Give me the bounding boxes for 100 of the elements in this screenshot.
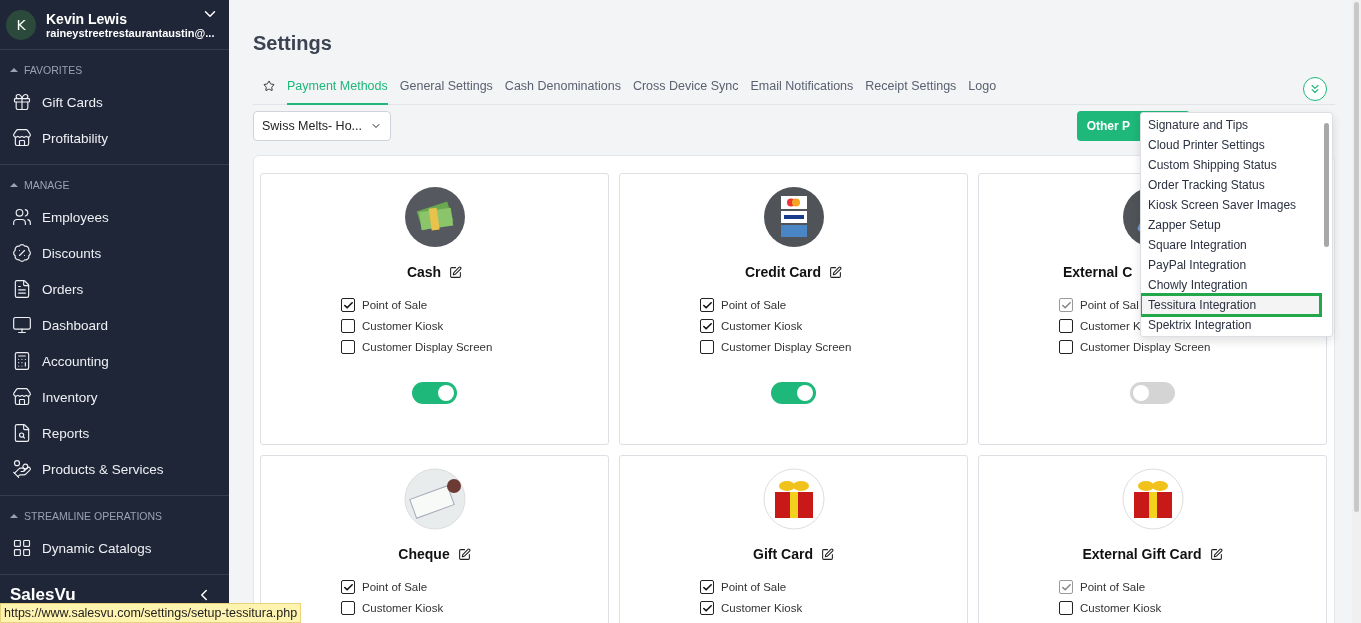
tab[interactable]: Receipt Settings — [865, 74, 957, 105]
sidebar-item[interactable]: Dashboard — [0, 307, 229, 343]
checkbox[interactable] — [700, 298, 714, 312]
user-avatar[interactable]: K — [6, 9, 36, 40]
sidebar-item[interactable]: Employees — [0, 199, 229, 235]
checkbox-label: Point of Sale — [362, 299, 428, 311]
checkbox[interactable] — [1059, 340, 1073, 354]
menu-item[interactable]: Zapper Setup — [1141, 215, 1320, 235]
tab[interactable]: Logo — [968, 74, 997, 105]
edit-icon[interactable] — [457, 547, 471, 561]
page-scrollbar[interactable] — [1352, 0, 1361, 623]
sidebar-item[interactable]: Dynamic Catalogs — [0, 530, 229, 566]
scrollbar-thumb[interactable] — [1324, 123, 1329, 247]
monitor-icon — [12, 315, 32, 335]
card-title: Credit Card — [744, 264, 822, 280]
checkbox[interactable] — [341, 580, 355, 594]
gift-box-icon — [1121, 468, 1184, 530]
user-email: raineystreetrestaurantaustin@... — [46, 26, 215, 39]
toggle-switch[interactable] — [412, 382, 457, 404]
checkbox-label: Customer Kiosk — [362, 320, 444, 332]
credit-cards-icon — [762, 186, 825, 248]
tab[interactable]: General Settings — [399, 74, 493, 105]
hand-coins-icon — [12, 459, 32, 479]
edit-icon[interactable] — [820, 547, 834, 561]
checkbox[interactable] — [1059, 319, 1073, 333]
checkbox-label: Customer Display Screen — [1080, 341, 1211, 353]
section-title: MANAGE — [24, 179, 70, 191]
menu-item[interactable]: Square Integration — [1141, 235, 1320, 255]
cheque-photo — [403, 468, 466, 530]
tab[interactable]: Cross Device Sync — [632, 74, 739, 105]
checkbox[interactable] — [700, 319, 714, 333]
menu-item[interactable]: Tessitura Integration — [1141, 295, 1320, 315]
sidebar-item[interactable]: Accounting — [0, 343, 229, 379]
sidebar-item[interactable]: Inventory — [0, 379, 229, 415]
gift-box-icon — [762, 468, 825, 530]
menu-item[interactable]: PayPal Integration — [1141, 255, 1320, 275]
checkbox-label: Customer Kiosk — [721, 320, 803, 332]
menu-item[interactable]: Spektrix Integration — [1141, 315, 1320, 335]
checkbox-label: Point of Sale — [721, 299, 787, 311]
edit-icon[interactable] — [1209, 547, 1223, 561]
page-title: Settings — [253, 32, 333, 55]
checkbox-label: Customer Kiosk — [1080, 602, 1162, 614]
section-title: STREAMLINE OPERATIONS — [24, 510, 163, 522]
sidebar-item[interactable]: Profitability — [0, 120, 229, 156]
sidebar-item[interactable]: Gift Cards — [0, 84, 229, 120]
checkbox-label: Customer Display Screen — [362, 341, 493, 353]
percent-icon — [12, 243, 32, 263]
document-search-icon — [12, 423, 32, 443]
checkbox-label: Customer Kiosk — [362, 602, 444, 614]
toggle-switch[interactable] — [1130, 382, 1175, 404]
grid-icon — [12, 538, 32, 558]
sidebar-item[interactable]: Reports — [0, 415, 229, 451]
toggle-switch[interactable] — [771, 382, 816, 404]
card-title: Gift Card — [753, 546, 813, 562]
checkbox[interactable] — [341, 319, 355, 333]
collapse-triangle-icon[interactable] — [10, 514, 18, 518]
collapse-triangle-icon[interactable] — [10, 68, 18, 72]
edit-icon[interactable] — [829, 265, 843, 279]
menu-item[interactable]: Custom Shipping Status — [1141, 155, 1320, 175]
store-icon — [12, 128, 32, 148]
menu-item[interactable]: Kiosk Screen Saver Images — [1141, 195, 1320, 215]
tab[interactable]: Email Notifications — [750, 74, 854, 105]
cash-icon — [403, 186, 466, 248]
edit-icon[interactable] — [449, 265, 463, 279]
location-select[interactable]: Swiss Melts- Ho... — [253, 111, 391, 141]
card-title: Cheque — [398, 546, 450, 562]
checkbox-label: Point of Sale — [362, 581, 428, 593]
card-title: Cash — [406, 264, 442, 280]
collapse-triangle-icon[interactable] — [10, 183, 18, 187]
sidebar-item[interactable]: Orders — [0, 271, 229, 307]
sidebar-item[interactable]: Products & Services — [0, 451, 229, 487]
menu-item[interactable]: Chowly Integration — [1141, 275, 1320, 295]
checkbox-label: Customer Kiosk — [721, 602, 803, 614]
star-icon[interactable] — [263, 79, 275, 92]
gift-icon — [12, 92, 32, 112]
checkbox-label: Point of Sale — [721, 581, 787, 593]
card-title: External Gift Card — [1082, 546, 1202, 562]
checkbox[interactable] — [700, 601, 714, 615]
document-icon — [12, 279, 32, 299]
checkbox-label: Customer Display Screen — [721, 341, 852, 353]
user-name: Kevin Lewis — [46, 10, 127, 27]
checkbox[interactable] — [700, 580, 714, 594]
people-icon — [12, 207, 32, 227]
tab[interactable]: Cash Denominations — [504, 74, 621, 105]
checkbox-label: Point of Sale — [1080, 581, 1146, 593]
checkbox[interactable] — [341, 298, 355, 312]
calculator-icon — [12, 351, 32, 371]
checkbox-label: Customer K — [1080, 320, 1141, 332]
section-title: FAVORITES — [24, 64, 83, 76]
checkbox[interactable] — [700, 340, 714, 354]
checkbox[interactable] — [1059, 601, 1073, 615]
menu-item[interactable]: Order Tracking Status — [1141, 175, 1320, 195]
checkbox[interactable] — [341, 601, 355, 615]
sidebar-item[interactable]: Discounts — [0, 235, 229, 271]
double-chevron-down-icon — [1308, 82, 1322, 96]
status-url: https://www.salesvu.com/settings/setup-tessitura.php — [0, 603, 302, 623]
store-icon — [12, 387, 32, 407]
checkbox[interactable] — [341, 340, 355, 354]
checkbox-label: Point of Sal — [1080, 299, 1139, 311]
logo: SalesVu — [10, 585, 76, 605]
